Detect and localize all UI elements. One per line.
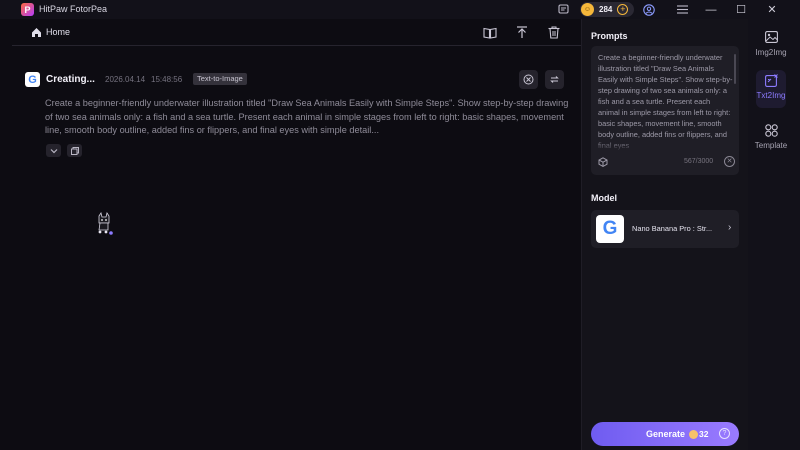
home-link[interactable]: Home [46,27,70,37]
user-avatar-icon[interactable] [642,3,655,16]
expand-chevron-icon[interactable] [46,144,61,157]
task-type-badge: Text-to-Image [193,73,247,85]
prompt-scrollbar[interactable] [734,54,736,84]
text-image-icon [764,73,778,87]
model-selector[interactable]: G Nano Banana Pro : Str... › [591,210,739,248]
nav-item-img2img[interactable]: Img2Img [748,27,800,67]
credits-value: 284 [599,5,613,14]
book-icon[interactable] [482,25,497,40]
model-name: Nano Banana Pro : Str... [632,224,713,233]
image-icon [764,30,778,44]
app-logo-icon: P [21,3,34,16]
nav-label: Template [754,141,788,150]
home-bar: Home [12,19,581,46]
task-time: 15:48:56 [151,75,183,84]
settings-panel: Prompts Create a beginner-friendly under… [581,19,748,450]
home-icon[interactable] [31,27,42,38]
nav-item-txt2img[interactable]: Txt2Img [748,70,800,110]
prompts-heading: Prompts [591,31,628,41]
loading-animation-icon [95,212,113,236]
prompt-textarea[interactable]: Create a beginner-friendly underwater il… [591,46,739,175]
prompt-text[interactable]: Create a beginner-friendly underwater il… [598,52,733,152]
task-title: Creating... [46,74,95,85]
generate-cost: 32 [699,429,709,439]
maximize-button[interactable]: ☐ [732,2,750,17]
menu-icon[interactable] [676,3,689,16]
coin-icon [689,430,698,439]
nav-label: Txt2Img [756,91,786,100]
message-icon[interactable] [557,3,570,16]
grid-icon [764,123,778,137]
nav-label: Img2Img [755,48,787,57]
regenerate-button[interactable] [545,70,564,89]
help-icon[interactable]: ? [719,428,730,439]
main-area: Home G Creating... 2026.04.14 15:48:56 T… [12,19,581,450]
upload-icon[interactable] [514,25,529,40]
generate-button[interactable]: Generate 32 ? [591,422,739,446]
generate-label: Generate [646,429,686,439]
add-credits-icon[interactable]: + [617,4,629,15]
clear-prompt-icon[interactable]: ✕ [724,156,735,167]
task-prompt: Create a beginner-friendly underwater il… [45,98,569,135]
trash-icon[interactable] [546,25,561,40]
model-heading: Model [591,193,617,203]
task-date: 2026.04.14 [105,75,146,84]
nav-item-template[interactable]: Template [748,120,800,160]
chevron-right-icon: › [728,222,732,233]
google-logo-icon: G [25,72,40,87]
coin-icon: ☺ [581,3,594,16]
cube-icon[interactable] [598,157,608,167]
credits-pill[interactable]: ☺ 284 + [580,2,634,17]
close-button[interactable]: ✕ [763,2,781,17]
app-title: HitPaw FotorPea [39,4,108,14]
char-count: 567/3000 [684,158,714,165]
mode-nav: Img2Img Txt2Img Template [748,19,800,450]
minimize-button[interactable]: — [702,2,720,17]
stop-button[interactable] [519,70,538,89]
copy-icon[interactable] [67,144,82,157]
google-model-logo-icon: G [596,215,624,243]
title-bar: P HitPaw FotorPea ☺ 284 + — ☐ ✕ [0,0,800,19]
